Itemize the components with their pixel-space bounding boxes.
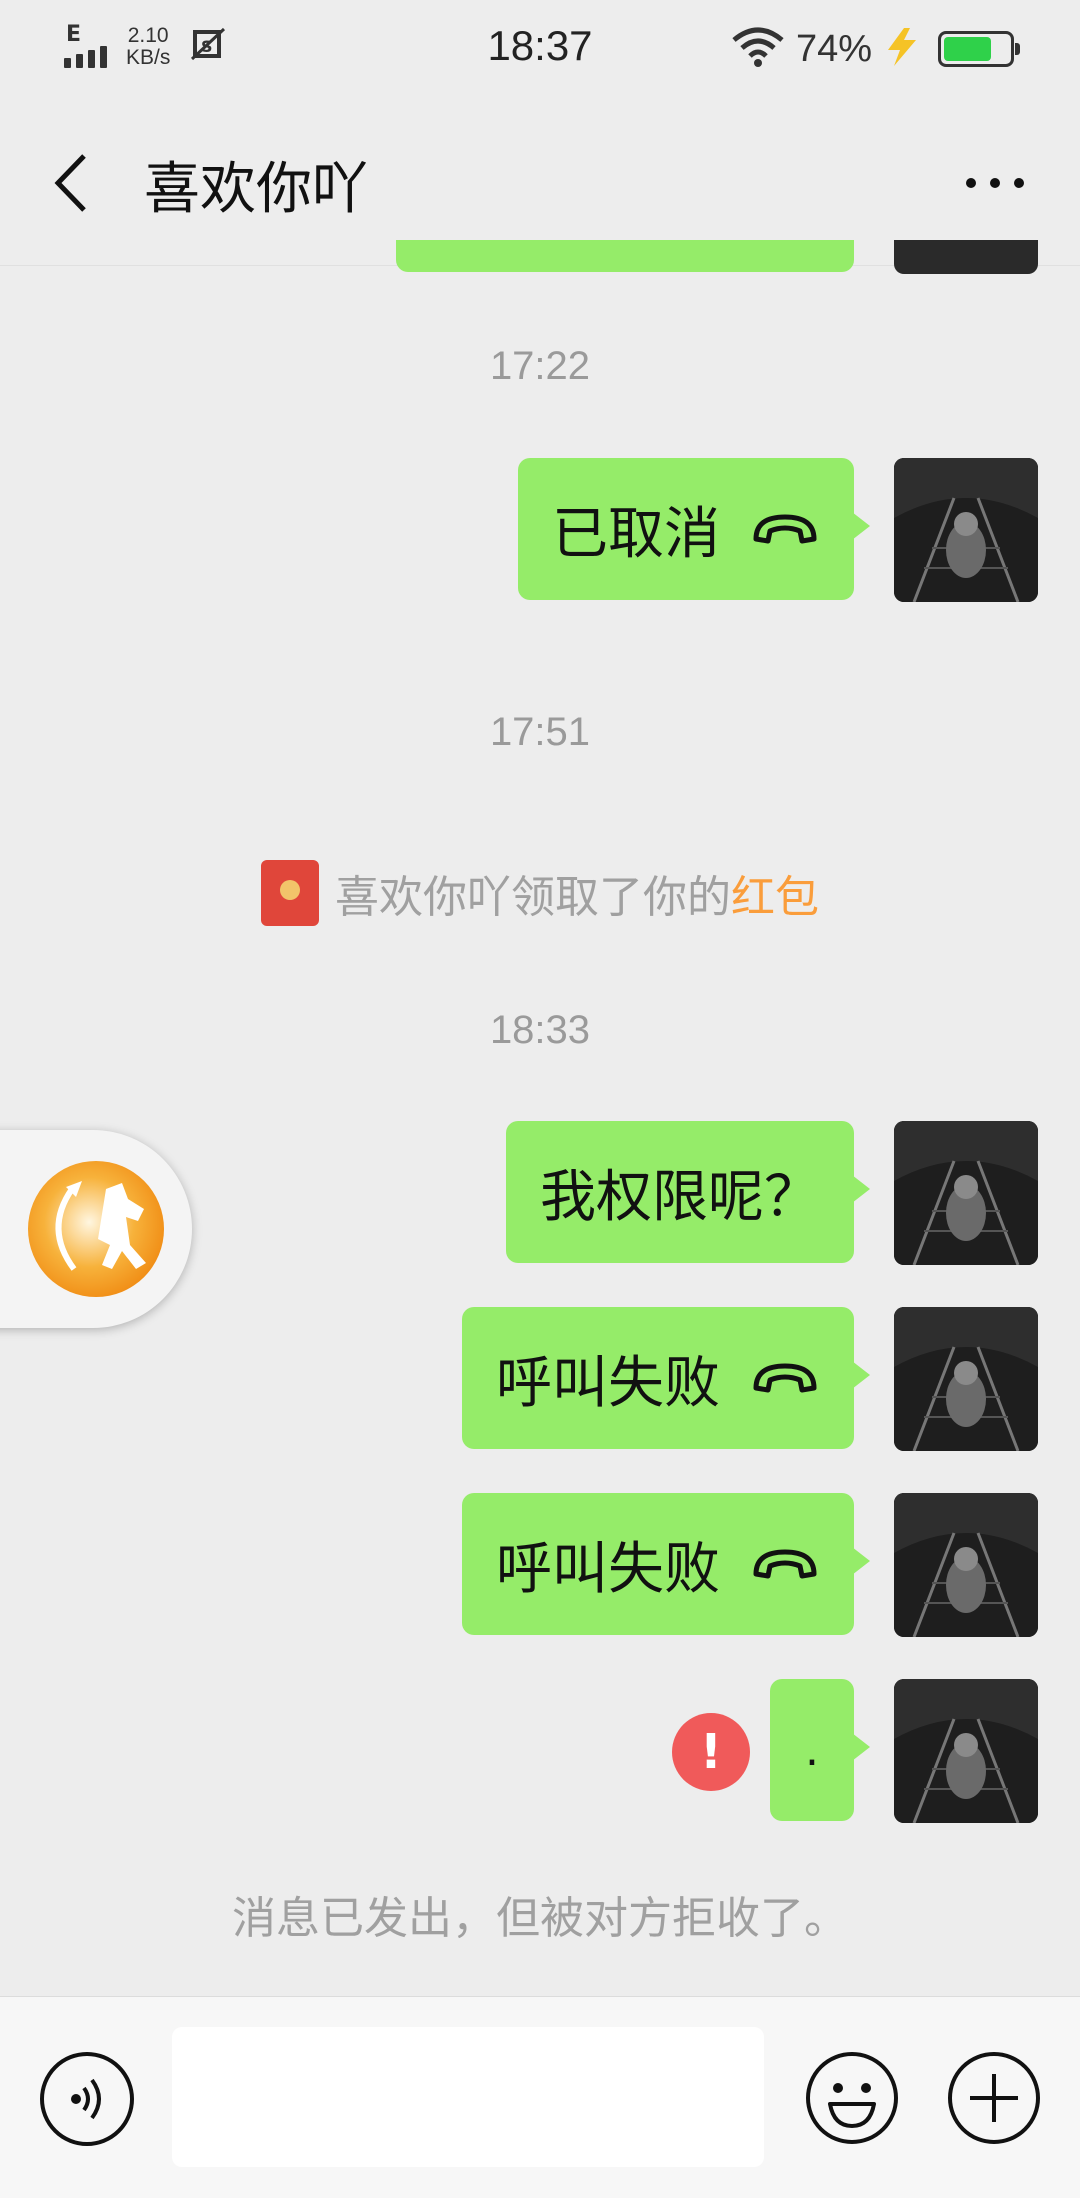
emoji-icon (806, 2052, 898, 2144)
voice-button[interactable] (40, 2052, 134, 2146)
message-bubble[interactable]: 已取消 (518, 458, 870, 600)
message-row: . (770, 1679, 1038, 1823)
voice-icon (71, 2078, 101, 2120)
avatar[interactable] (894, 458, 1038, 602)
timestamp: 18:33 (489, 1008, 591, 1052)
system-message-text: 喜欢你吖领取了你的 (335, 872, 731, 923)
message-text: 已取消 (552, 501, 720, 567)
message-bubble[interactable]: 呼叫失败 (462, 1493, 870, 1635)
message-bubble[interactable]: 我权限呢？ (506, 1121, 870, 1263)
status-bar: E 2.10 KB/s S 18:37 74% (0, 0, 1080, 100)
partial-avatar[interactable] (894, 240, 1038, 274)
avatar[interactable] (894, 1121, 1038, 1265)
plus-icon (948, 2052, 1040, 2144)
avatar[interactable] (894, 1679, 1038, 1823)
message-input[interactable] (172, 2027, 764, 2167)
more-dots-icon (966, 178, 976, 188)
hangup-phone-icon (750, 1544, 820, 1584)
system-message: 喜欢你吖领取了你的 红包 (0, 860, 1080, 926)
hangup-phone-icon (750, 1358, 820, 1398)
back-button[interactable] (44, 148, 104, 218)
battery-fill (944, 37, 992, 61)
red-packet-icon (261, 860, 319, 926)
message-bubble[interactable]: . (770, 1679, 870, 1821)
hangup-phone-icon (750, 509, 820, 549)
message-row: 呼叫失败 (462, 1307, 1038, 1451)
avatar[interactable] (894, 1493, 1038, 1637)
chevron-left-icon (54, 154, 86, 212)
message-text: . (805, 1724, 819, 1776)
more-button[interactable] (950, 148, 1040, 218)
message-row: 我权限呢？ (506, 1121, 1038, 1265)
message-row: 已取消 (518, 458, 1038, 602)
battery-icon (938, 31, 1020, 67)
chat-title: 喜欢你吖 (144, 157, 368, 222)
timestamp: 17:22 (489, 344, 591, 388)
charging-icon (882, 26, 922, 72)
emoji-button[interactable] (804, 2050, 900, 2146)
input-bar (0, 1996, 1080, 2198)
message-text: 我权限呢？ (540, 1164, 820, 1230)
more-functions-button[interactable] (946, 2050, 1042, 2146)
message-bubble[interactable]: 呼叫失败 (462, 1307, 870, 1449)
red-packet-link[interactable]: 红包 (731, 861, 819, 925)
message-text: 呼叫失败 (496, 1350, 720, 1416)
send-failed-icon[interactable]: ! (672, 1713, 750, 1791)
partial-message-bubble[interactable] (396, 240, 854, 272)
message-text: 呼叫失败 (496, 1536, 720, 1602)
battery-percent: 74% (795, 27, 872, 70)
timestamp: 17:51 (489, 710, 591, 754)
horse-logo-icon (28, 1161, 164, 1297)
wifi-icon (730, 26, 786, 72)
rejected-notice: 消息已发出，但被对方拒收了。 (232, 1893, 848, 1944)
status-right: 74% (730, 22, 1020, 76)
message-row: 呼叫失败 (462, 1493, 1038, 1637)
avatar[interactable] (894, 1307, 1038, 1451)
floating-assistant-button[interactable] (0, 1130, 192, 1328)
